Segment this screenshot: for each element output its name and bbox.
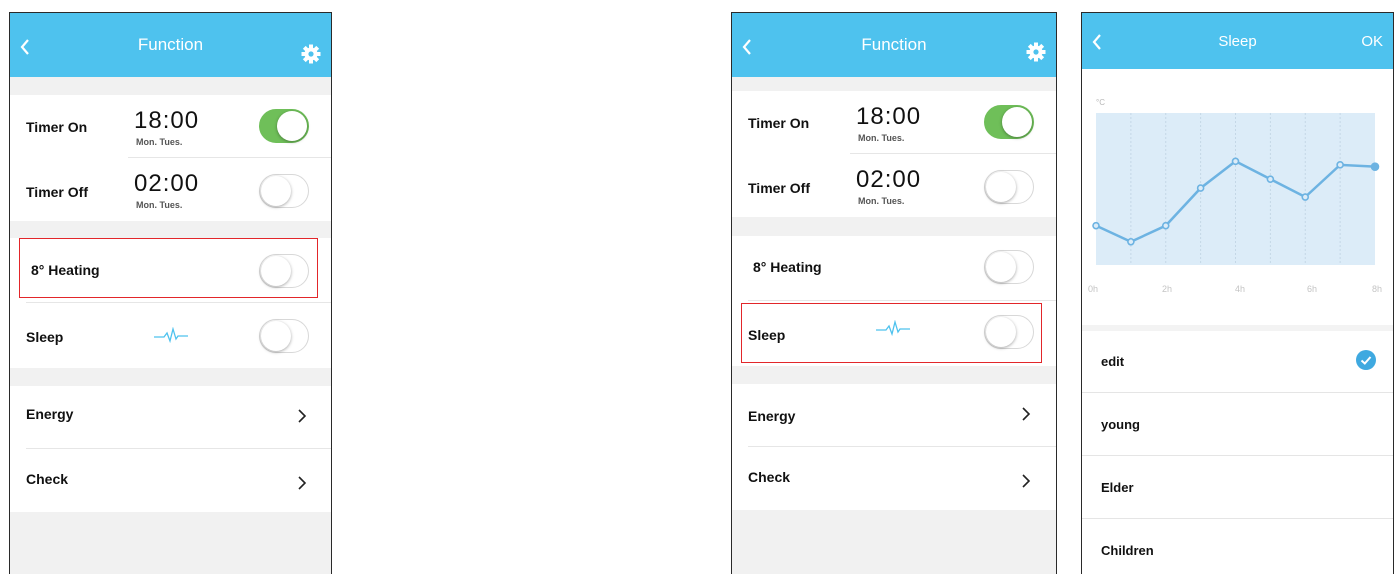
- gear-icon[interactable]: [1026, 42, 1046, 62]
- timer-on-toggle[interactable]: [259, 109, 309, 143]
- timer-on-time[interactable]: 18:00: [134, 107, 199, 135]
- timer-on-label: Timer On: [26, 119, 88, 135]
- chart-point: [1231, 157, 1240, 166]
- back-arrow-icon[interactable]: [18, 38, 32, 56]
- heating-label: 8° Heating: [753, 259, 822, 275]
- page-title: Function: [137, 35, 204, 54]
- check-label: Check: [26, 471, 69, 487]
- heating-row[interactable]: 8° Heating: [732, 236, 1056, 300]
- timer-on-toggle[interactable]: [984, 105, 1034, 139]
- timer-section: Timer On 18:00 Mon. Tues. Timer Off 02:0…: [10, 95, 331, 221]
- sleep-mode-item[interactable]: young: [1082, 394, 1393, 456]
- y-unit-label: °C: [1096, 98, 1105, 107]
- timer-off-row[interactable]: Timer Off 02:00 Mon. Tues.: [732, 154, 1056, 217]
- chevron-right-icon: [298, 476, 307, 490]
- timer-off-toggle[interactable]: [259, 174, 309, 208]
- timer-off-time[interactable]: 02:00: [134, 170, 199, 198]
- timer-on-days: Mon. Tues.: [858, 133, 905, 143]
- sleep-mode-label: young: [1101, 417, 1140, 432]
- highlight-box: [19, 238, 318, 298]
- x-tick-label: 6h: [1307, 284, 1318, 294]
- timer-off-days: Mon. Tues.: [136, 200, 183, 210]
- chart-point: [1092, 221, 1100, 230]
- header-bar: Function: [732, 13, 1056, 77]
- page-title: Sleep: [1218, 32, 1257, 50]
- heating-toggle[interactable]: [984, 250, 1034, 284]
- timer-on-time[interactable]: 18:00: [856, 103, 921, 131]
- sleep-row[interactable]: Sleep: [10, 303, 331, 368]
- timer-on-row[interactable]: Timer On 18:00 Mon. Tues.: [10, 95, 331, 157]
- chart-point: [1196, 184, 1205, 192]
- timer-section: Timer On 18:00 Mon. Tues. Timer Off 02:0…: [732, 91, 1056, 217]
- timer-on-days: Mon. Tues.: [136, 137, 183, 147]
- sleep-toggle[interactable]: [259, 319, 309, 353]
- timer-on-row[interactable]: Timer On 18:00 Mon. Tues.: [732, 91, 1056, 153]
- function-screen-1: Function Timer On 18:00 Mon. Tues. Timer…: [9, 12, 332, 574]
- x-tick-label: 8h: [1372, 284, 1383, 294]
- sleep-pulse-icon: [154, 327, 188, 343]
- more-section: Energy Check: [10, 386, 331, 512]
- chart-point: [1370, 162, 1380, 171]
- x-tick-label: 4h: [1235, 284, 1246, 294]
- energy-label: Energy: [748, 408, 796, 424]
- timer-off-row[interactable]: Timer Off 02:00 Mon. Tues.: [10, 158, 331, 221]
- timer-off-label: Timer Off: [748, 180, 810, 196]
- back-arrow-icon[interactable]: [1090, 33, 1104, 51]
- chevron-right-icon: [298, 409, 307, 423]
- timer-off-label: Timer Off: [26, 184, 88, 200]
- timer-on-label: Timer On: [748, 115, 810, 131]
- highlight-box: [741, 303, 1042, 363]
- header-bar: Sleep OK: [1082, 13, 1393, 69]
- timer-off-toggle[interactable]: [984, 170, 1034, 204]
- page-title: Function: [861, 35, 927, 54]
- timer-off-days: Mon. Tues.: [858, 196, 905, 206]
- x-tick-label: 2h: [1162, 284, 1173, 294]
- timer-off-time[interactable]: 02:00: [856, 166, 921, 194]
- chart-point: [1301, 193, 1310, 201]
- back-arrow-icon[interactable]: [740, 38, 754, 56]
- header-bar: Function: [10, 13, 331, 77]
- sleep-mode-item[interactable]: Children: [1082, 520, 1393, 574]
- sleep-mode-label: Children: [1101, 543, 1154, 558]
- sleep-mode-item[interactable]: edit: [1082, 331, 1393, 393]
- ok-button[interactable]: OK: [1361, 33, 1383, 50]
- sleep-mode-item[interactable]: Elder: [1082, 457, 1393, 519]
- energy-row[interactable]: Energy: [732, 384, 1056, 446]
- sleep-curve-chart[interactable]: [1082, 113, 1394, 313]
- check-row[interactable]: Check: [10, 449, 331, 512]
- chevron-right-icon: [1022, 474, 1031, 488]
- sleep-label: Sleep: [26, 329, 64, 345]
- chart-point: [1127, 237, 1135, 246]
- chart-point: [1266, 175, 1275, 183]
- sleep-mode-label: edit: [1101, 354, 1125, 369]
- energy-row[interactable]: Energy: [10, 386, 331, 448]
- checkmark-icon: [1356, 350, 1376, 370]
- check-label: Check: [748, 469, 791, 485]
- x-tick-label: 0h: [1088, 284, 1099, 294]
- function-screen-2: Function Timer On 18:00 Mon. Tues. Timer…: [731, 12, 1057, 574]
- gear-icon[interactable]: [301, 44, 321, 64]
- sleep-mode-label: Elder: [1101, 480, 1134, 495]
- energy-label: Energy: [26, 406, 74, 422]
- chart-point: [1336, 161, 1344, 169]
- check-row[interactable]: Check: [732, 447, 1056, 510]
- sleep-screen: Sleep OK °C 0h 2h 4h 6h 8h edit young Elder Chi…: [1081, 12, 1394, 574]
- chevron-right-icon: [1022, 407, 1031, 421]
- more-section: Energy Check: [732, 384, 1056, 510]
- chart-point: [1161, 221, 1170, 230]
